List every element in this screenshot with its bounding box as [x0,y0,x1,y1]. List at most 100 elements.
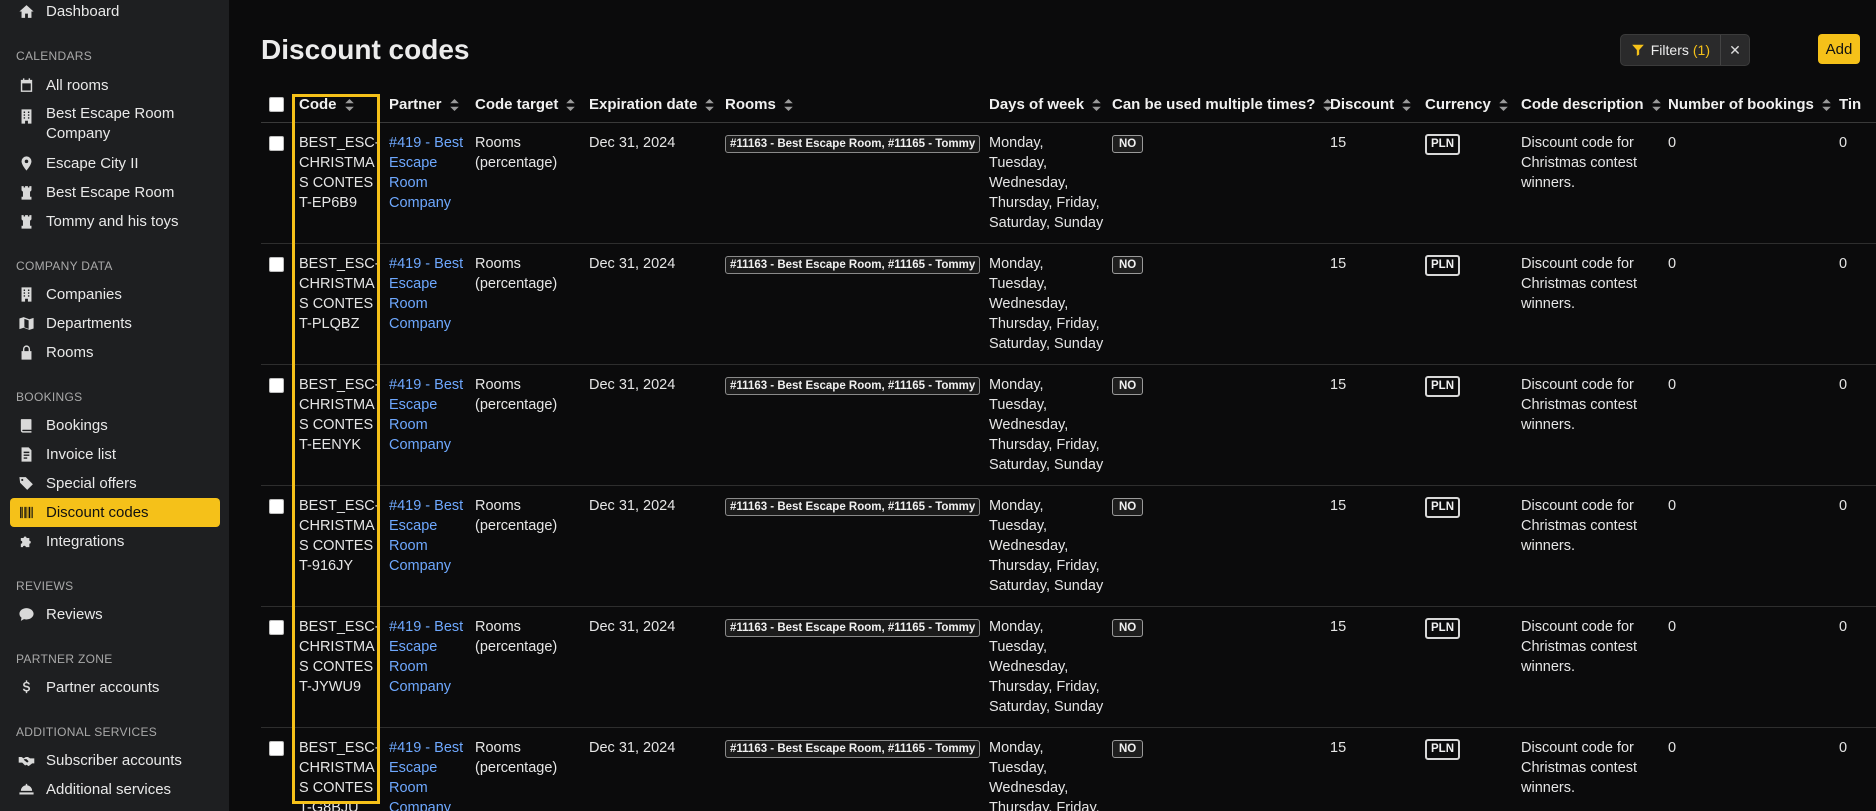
sidebar-item-departments[interactable]: Departments [10,309,220,338]
column-header-code[interactable]: Code [291,88,381,123]
row-checkbox[interactable] [269,619,284,635]
sort-icon[interactable] [1822,99,1831,112]
sort-icon[interactable] [1092,99,1101,112]
sidebar-item-best-escape-room-company[interactable]: Best Escape Room Company [10,100,220,148]
sort-icon[interactable] [449,99,459,112]
days-of-week-cell: Monday, Tuesday, Wednesday, Thursday, Fr… [981,243,1104,365]
column-header-partner[interactable]: Partner [381,88,467,123]
partner-link[interactable]: #419 - Best Escape Room Company [389,619,463,695]
rooms-badge: #11163 - Best Escape Room, #11165 - Tomm… [725,134,981,153]
sidebar: Dashboard CALENDARS All rooms Best Escap… [0,0,229,811]
sidebar-section-label: PARTNER ZONE [16,652,113,666]
sidebar-section-label: ADDITIONAL SERVICES [16,725,158,739]
partner-link[interactable]: #419 - Best Escape Room Company [389,377,463,453]
sidebar-item-rooms[interactable]: Rooms [10,338,220,367]
sidebar-item-label: Subscriber accounts [46,752,182,769]
row-select-cell [261,243,291,365]
sidebar-item-invoice-list[interactable]: Invoice list [10,440,220,469]
table-row[interactable]: BEST_ESC-CHRISTMAS CONTEST-G8BJU #419 - B… [261,727,1876,811]
add-button[interactable]: Add [1818,34,1860,64]
multiple-use-cell: NO [1104,727,1322,811]
sidebar-item-label: Companies [46,286,122,303]
sort-icon[interactable] [344,99,354,112]
column-header-multiple-use[interactable]: Can be used multiple times? [1104,88,1333,123]
sidebar-item-all-rooms[interactable]: All rooms [10,71,220,100]
sidebar-item-reviews[interactable]: Reviews [10,600,220,629]
sort-icon[interactable] [1402,99,1411,112]
rooms-badge: #11163 - Best Escape Room, #11165 - Tomm… [725,255,981,274]
clear-filters-button[interactable]: ✕ [1720,35,1749,65]
row-checkbox[interactable] [269,377,284,393]
sidebar-item-dashboard[interactable]: Dashboard [10,0,220,26]
column-header-expiration-date[interactable]: Expiration date [581,88,717,123]
table-row[interactable]: BEST_ESC-CHRISTMAS CONTEST-916JY #419 - B… [261,485,1876,607]
comment-icon [16,605,36,625]
row-checkbox[interactable] [269,498,284,514]
bell-concierge-icon [16,780,36,800]
partner-link[interactable]: #419 - Best Escape Room Company [389,135,463,211]
partner-link[interactable]: #419 - Best Escape Room Company [389,740,463,811]
sidebar-item-companies[interactable]: Companies [10,280,220,309]
number-of-bookings-cell: 0 [1660,122,1831,244]
row-select-cell [261,364,291,486]
chess-rook-icon [16,183,36,203]
table-body: BEST_ESC-CHRISTMAS CONTEST-EP6B9 #419 - B… [261,122,1876,811]
sidebar-item-integrations[interactable]: Integrations [10,527,220,556]
table-row[interactable]: BEST_ESC-CHRISTMAS CONTEST-PLQBZ #419 - B… [261,243,1876,365]
row-checkbox[interactable] [269,135,284,151]
sidebar-item-discount-codes[interactable]: Discount codes [10,498,220,527]
sort-icon[interactable] [1651,99,1661,112]
rooms-cell: #11163 - Best Escape Room, #11165 - Tomm… [717,243,981,365]
tin-cell: 0 [1831,364,1876,486]
discount-cell: 15 [1322,606,1417,728]
partner-cell: #419 - Best Escape Room Company [381,485,467,607]
map-icon [16,314,36,334]
sidebar-item-special-offers[interactable]: Special offers [10,469,220,498]
code-description-cell: Discount code for Christmas contest winn… [1513,243,1660,365]
code-description-cell: Discount code for Christmas contest winn… [1513,122,1660,244]
column-header-days-of-week[interactable]: Days of week [981,88,1104,123]
sort-icon[interactable] [705,99,715,112]
sidebar-item-subscriber-accounts[interactable]: Subscriber accounts [10,746,220,775]
partner-link[interactable]: #419 - Best Escape Room Company [389,498,463,574]
sidebar-item-tommy-and-his-toys[interactable]: Tommy and his toys [10,207,220,236]
row-checkbox[interactable] [269,256,284,272]
rooms-badge: #11163 - Best Escape Room, #11165 - Tomm… [725,739,981,758]
sidebar-item-bookings[interactable]: Bookings [10,411,220,440]
sort-icon[interactable] [784,99,793,112]
sidebar-item-label: All rooms [46,77,109,94]
sidebar-item-partner-accounts[interactable]: Partner accounts [10,673,220,702]
column-header-number-of-bookings[interactable]: Number of bookings [1660,88,1831,123]
building-icon [16,106,36,126]
code-cell: BEST_ESC-CHRISTMAS CONTEST-PLQBZ [291,243,381,365]
column-header-rooms[interactable]: Rooms [717,88,981,123]
row-select-cell [261,606,291,728]
sidebar-item-escape-city-ii[interactable]: Escape City II [10,149,220,178]
partner-link[interactable]: #419 - Best Escape Room Company [389,256,463,332]
select-all-cell [261,88,291,123]
sidebar-item-label: Tommy and his toys [46,213,179,230]
column-header-label: Currency [1425,96,1491,114]
rooms-cell: #11163 - Best Escape Room, #11165 - Tomm… [717,606,981,728]
currency-badge: PLN [1425,496,1460,518]
column-header-currency[interactable]: Currency [1417,88,1513,123]
sort-icon[interactable] [566,99,576,112]
column-header-code-target[interactable]: Code target [467,88,581,123]
row-select-cell [261,485,291,607]
select-all-checkbox[interactable] [269,97,284,113]
row-checkbox[interactable] [269,740,284,756]
filters-count: (1) [1692,42,1710,58]
sort-icon[interactable] [1499,99,1508,112]
table-row[interactable]: BEST_ESC-CHRISTMAS CONTEST-EP6B9 #419 - B… [261,122,1876,244]
column-header-tin[interactable]: Tin [1831,88,1876,123]
filters-button[interactable]: Filters (1) [1621,35,1720,65]
expiration-date-cell: Dec 31, 2024 [581,727,717,811]
table-row[interactable]: BEST_ESC-CHRISTMAS CONTEST-EENYK #419 - B… [261,364,1876,486]
code-description-cell: Discount code for Christmas contest winn… [1513,606,1660,728]
table-row[interactable]: BEST_ESC-CHRISTMAS CONTEST-JYWU9 #419 - B… [261,606,1876,728]
sidebar-item-best-escape-room[interactable]: Best Escape Room [10,178,220,207]
sidebar-item-additional-services[interactable]: Additional services [10,775,220,804]
column-header-discount[interactable]: Discount [1322,88,1417,123]
multiple-use-badge: NO [1112,739,1144,758]
column-header-code-description[interactable]: Code description [1513,88,1661,123]
